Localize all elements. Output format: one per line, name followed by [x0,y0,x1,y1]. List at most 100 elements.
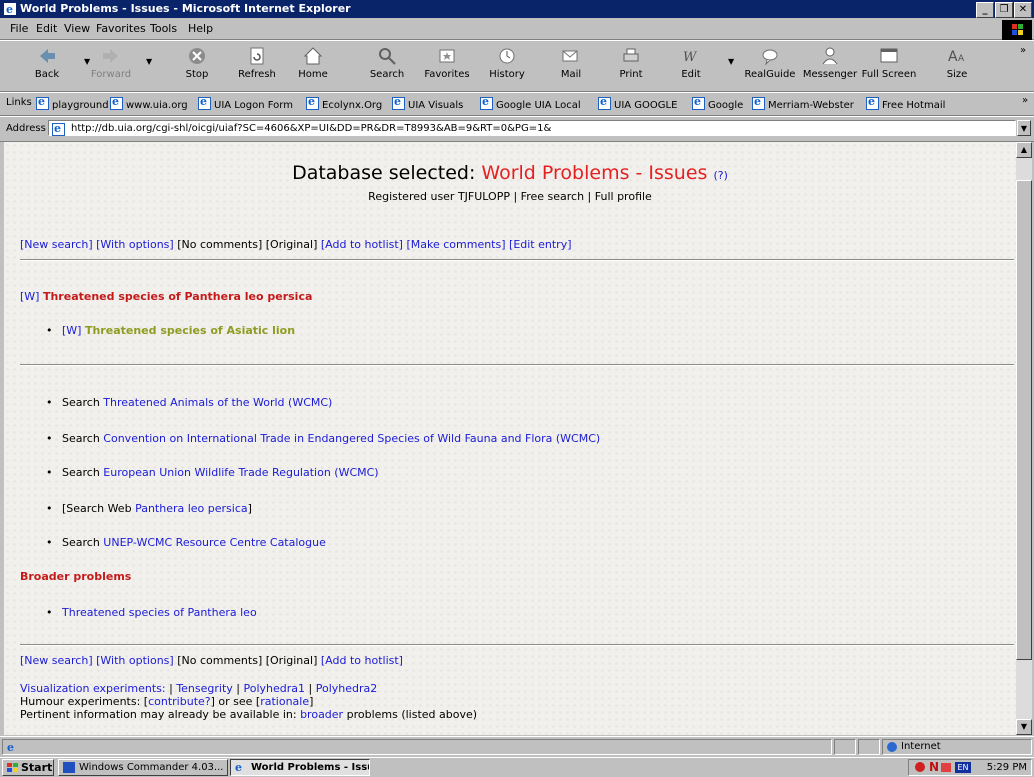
polyhedra1-link[interactable]: Polyhedra1 [244,682,306,695]
address-dropdown-button[interactable]: ▼ [1017,120,1031,136]
link-uia-logon-form[interactable]: UIA Logon Form [198,95,293,111]
forward-dropdown[interactable]: ▼ [146,57,152,66]
network-icon[interactable] [941,763,951,772]
add-to-hotlist-link[interactable]: [Add to hotlist] [321,654,403,667]
link-uia-org[interactable]: www.uia.org [110,95,188,111]
favorites-icon [439,49,455,63]
rationale-link[interactable]: rationale [260,695,309,708]
page-icon [598,95,611,110]
full-screen-button[interactable]: Full Screen [858,45,920,80]
w-marker-link[interactable]: [W] [20,290,39,303]
new-search-link[interactable]: [New search] [20,654,93,667]
status-cell [858,739,880,755]
free-search-link[interactable]: Free search [521,190,584,203]
unep-catalogue-link[interactable]: UNEP-WCMC Resource Centre Catalogue [103,536,326,549]
toolbar-chevron-icon[interactable]: » [1020,45,1026,56]
minimize-button[interactable]: _ [976,2,994,18]
main-problem-title: Threatened species of Panthera leo persi… [42,290,313,303]
panthera-web-link[interactable]: Panthera leo persica [135,502,248,515]
visualization-link[interactable]: Visualization experiments: [20,682,166,695]
link-merriam-webster[interactable]: Merriam-Webster [752,95,854,111]
scroll-down-button[interactable]: ▼ [1016,719,1032,735]
cites-link[interactable]: Convention on International Trade in End… [103,432,600,445]
language-icon[interactable]: EN [955,762,971,773]
favorites-button[interactable]: Favorites [420,45,474,80]
full-screen-icon [880,48,898,63]
scroll-thumb[interactable] [1016,180,1032,660]
standard-toolbar: Back ▼ Forward ▼ Stop Refresh Home Searc… [0,40,1034,92]
menu-edit[interactable]: Edit [36,22,57,35]
edit-button[interactable]: W Edit [664,45,718,80]
asiatic-lion-link[interactable]: Threatened species of Asiatic lion [85,324,295,337]
link-google-uia-local[interactable]: Google UIA Local [480,95,581,111]
home-button[interactable]: Home [286,45,340,80]
original-text: [Original] [265,654,318,667]
page-icon [52,121,65,137]
task-world-problems[interactable]: e World Problems - Issu... [230,759,370,776]
tensegrity-link[interactable]: Tensegrity [176,682,232,695]
add-to-hotlist-link[interactable]: [Add to hotlist] [321,238,403,251]
edit-dropdown[interactable]: ▼ [728,57,734,66]
page-content: Database selected: World Problems - Issu… [4,142,1016,735]
main-problem: [W] Threatened species of Panthera leo p… [20,290,312,303]
new-search-link[interactable]: [New search] [20,238,93,251]
links-bar: Links playground www.uia.org UIA Logon F… [0,92,1034,116]
menu-file[interactable]: File [10,22,28,35]
close-button[interactable]: ✕ [1014,2,1032,18]
link-uia-visuals[interactable]: UIA Visuals [392,95,463,111]
link-free-hotmail[interactable]: Free Hotmail [866,95,945,111]
eu-wildlife-link[interactable]: European Union Wildlife Trade Regulation… [103,466,378,479]
search-item-cites: Search Convention on International Trade… [46,432,600,445]
back-button[interactable]: Back [20,45,74,80]
ie-icon: e [235,761,242,774]
refresh-button[interactable]: Refresh [230,45,284,80]
restore-button[interactable]: ❐ [995,2,1013,18]
menu-help[interactable]: Help [188,22,213,35]
link-ecolynx[interactable]: Ecolynx.Org [306,95,382,111]
links-chevron-icon[interactable]: » [1022,95,1028,106]
with-options-link[interactable]: [With options] [96,238,174,251]
search-item-web: [Search Web Panthera leo persica] [46,502,252,515]
mail-button[interactable]: Mail [544,45,598,80]
make-comments-link[interactable]: [Make comments] [406,238,505,251]
messenger-button[interactable]: Messenger [800,45,860,80]
divider [20,259,1014,261]
forward-button[interactable]: Forward [84,45,138,80]
polyhedra2-link[interactable]: Polyhedra2 [316,682,378,695]
threatened-animals-link[interactable]: Threatened Animals of the World (WCMC) [103,396,332,409]
start-button[interactable]: Start [2,759,54,776]
print-button[interactable]: Print [604,45,658,80]
link-uia-google[interactable]: UIA GOOGLE [598,95,677,111]
vertical-scrollbar[interactable]: ▲ ▼ [1016,142,1032,735]
panthera-leo-link[interactable]: Threatened species of Panthera leo [62,606,257,619]
help-link[interactable]: (?) [714,169,728,182]
menu-view[interactable]: View [64,22,90,35]
history-button[interactable]: History [480,45,534,80]
menu-tools[interactable]: Tools [150,22,177,35]
page-icon [36,95,49,110]
clock: 5:29 PM [986,762,1027,773]
divider [20,364,1014,366]
edit-entry-link[interactable]: [Edit entry] [509,238,571,251]
size-button[interactable]: AA Size [930,45,984,80]
broader-link[interactable]: broader [300,708,343,721]
page-title: Database selected: World Problems - Issu… [292,162,728,184]
link-playground[interactable]: playground [36,95,109,111]
w-marker-link[interactable]: [W] [62,324,81,337]
address-input[interactable]: http://db.uia.org/cgi-shl/oicgi/uiaf?SC=… [48,120,1016,137]
menu-favorites[interactable]: Favorites [96,22,146,35]
scroll-up-button[interactable]: ▲ [1016,142,1032,158]
tray-app-icon[interactable] [915,762,925,772]
search-button[interactable]: Search [360,45,414,80]
search-icon [379,48,396,65]
task-windows-commander[interactable]: Windows Commander 4.03... [58,759,228,776]
svg-text:e: e [7,741,14,753]
forward-arrow-icon [103,49,118,63]
contribute-link[interactable]: contribute? [148,695,211,708]
norton-icon[interactable]: N [929,760,939,775]
full-profile-link[interactable]: Full profile [595,190,652,203]
realguide-button[interactable]: RealGuide [738,45,802,80]
stop-button[interactable]: Stop [170,45,224,80]
with-options-link[interactable]: [With options] [96,654,174,667]
link-google[interactable]: Google [692,95,743,111]
